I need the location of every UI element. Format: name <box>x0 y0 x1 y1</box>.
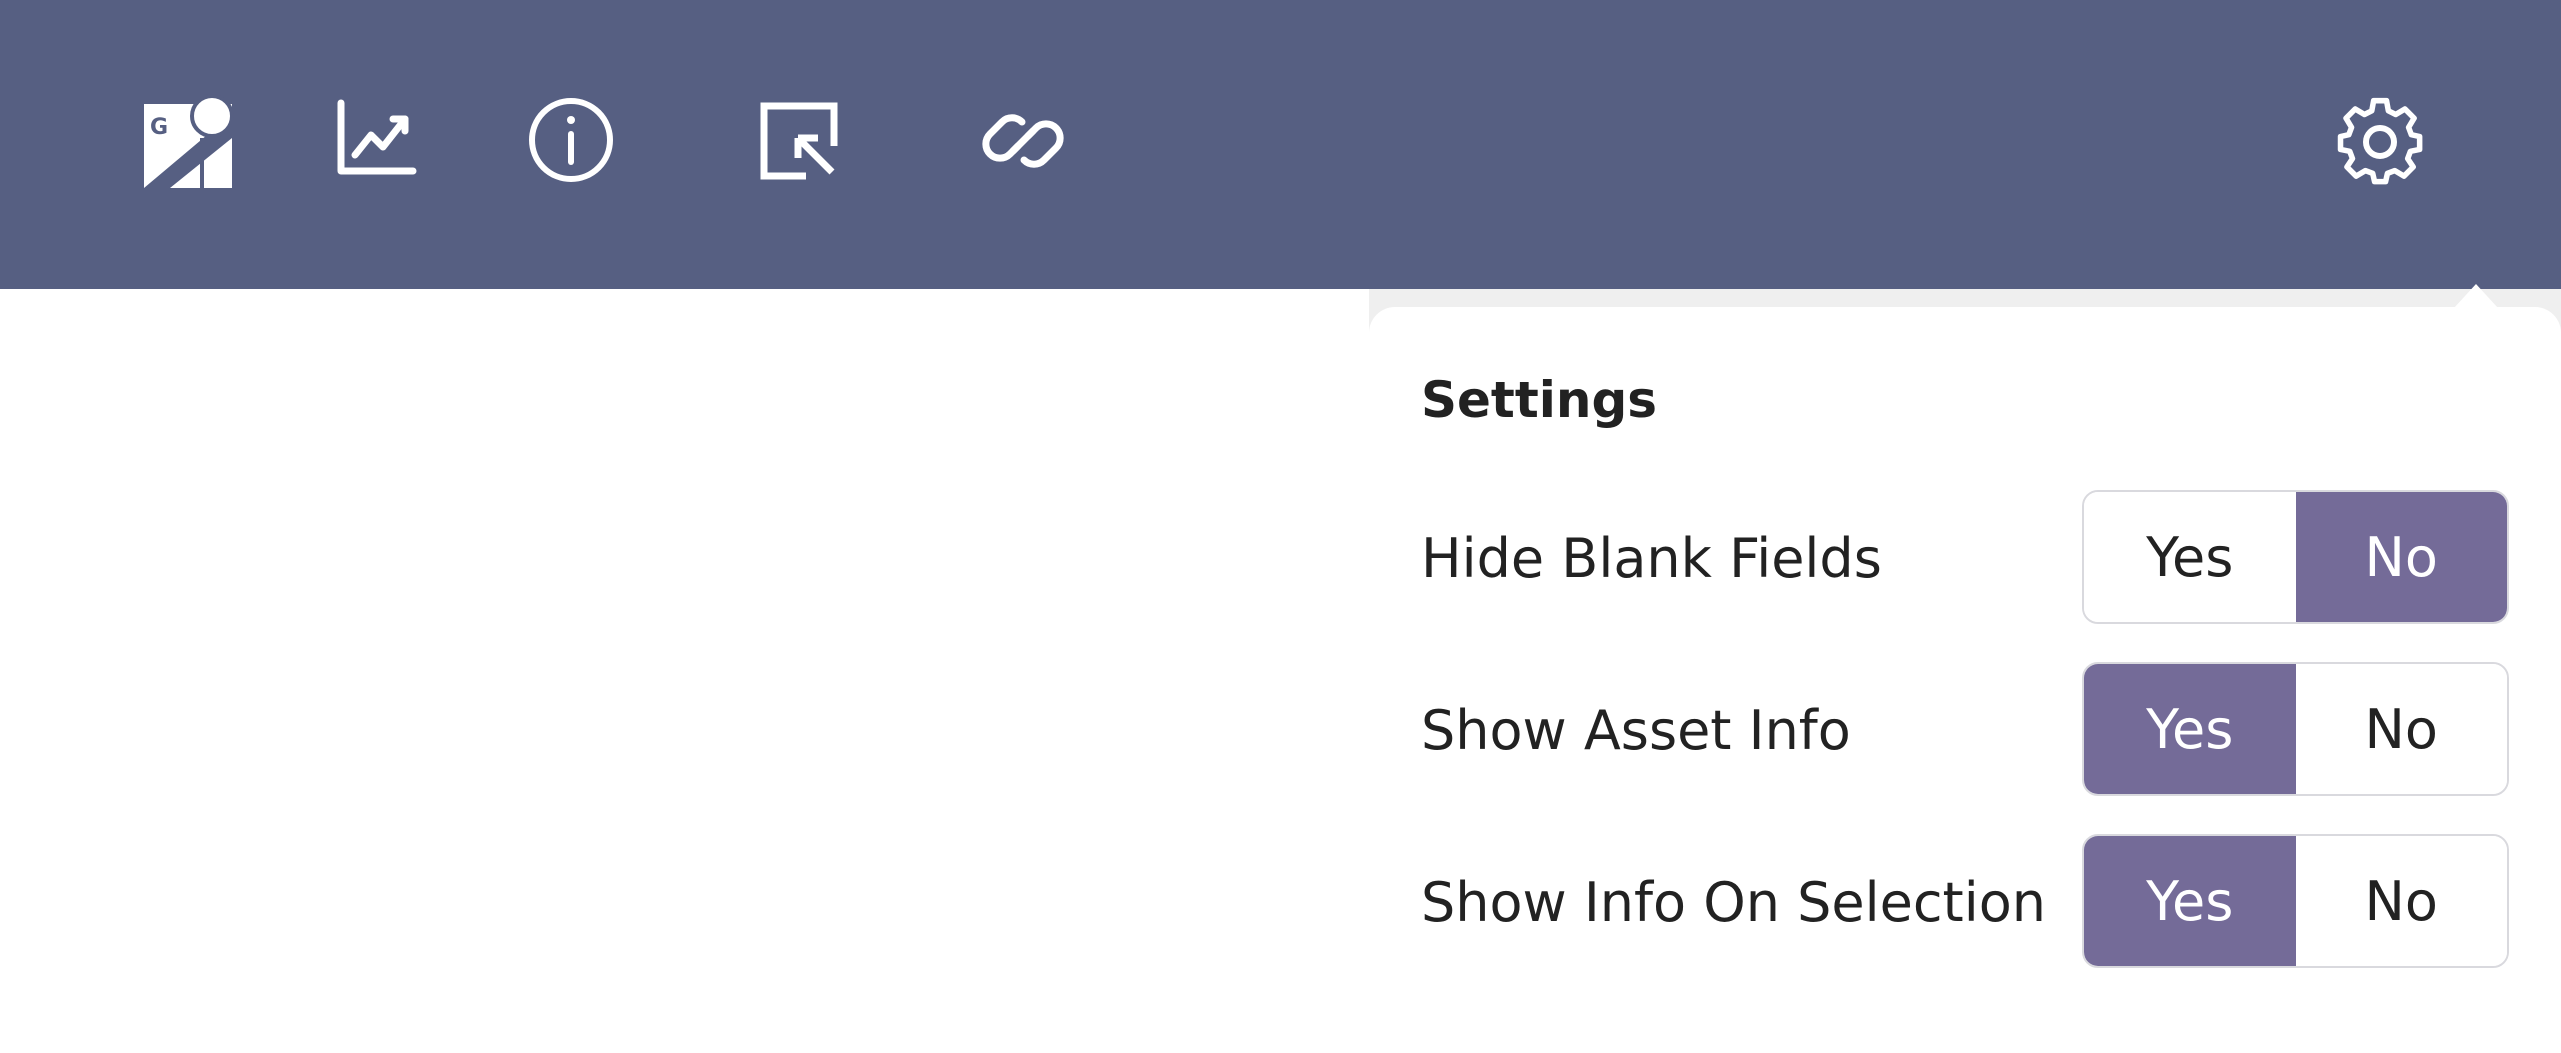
no-button[interactable]: No <box>2295 664 2507 794</box>
no-button[interactable]: No <box>2295 492 2507 622</box>
g-chart-logo-icon[interactable]: G <box>138 92 238 192</box>
toggle-show-asset-info: Yes No <box>2082 662 2509 796</box>
setting-label: Hide Blank Fields <box>1421 526 1882 590</box>
yes-button[interactable]: Yes <box>2084 664 2296 794</box>
info-icon[interactable] <box>526 95 616 185</box>
toggle-show-info-on-selection: Yes No <box>2082 834 2509 968</box>
setting-label: Show Asset Info <box>1421 698 1851 762</box>
link-icon[interactable] <box>978 96 1068 186</box>
no-button[interactable]: No <box>2295 836 2507 966</box>
yes-button[interactable]: Yes <box>2084 492 2296 622</box>
toolbar: G <box>0 0 2561 289</box>
logo-letter: G <box>150 115 168 140</box>
setting-row-show-asset-info: Show Asset Info Yes No <box>1421 662 2511 798</box>
toggle-hide-blank-fields: Yes No <box>2082 490 2509 624</box>
popover-title: Settings <box>1421 371 1658 429</box>
popover-arrow <box>2454 284 2498 308</box>
select-cursor-icon[interactable] <box>754 96 844 186</box>
line-chart-icon[interactable] <box>330 92 420 182</box>
yes-button[interactable]: Yes <box>2084 836 2296 966</box>
gear-icon[interactable] <box>2330 92 2430 192</box>
setting-label: Show Info On Selection <box>1421 870 2046 934</box>
setting-row-show-info-on-selection: Show Info On Selection Yes No <box>1421 834 2511 970</box>
setting-row-hide-blank-fields: Hide Blank Fields Yes No <box>1421 490 2511 626</box>
